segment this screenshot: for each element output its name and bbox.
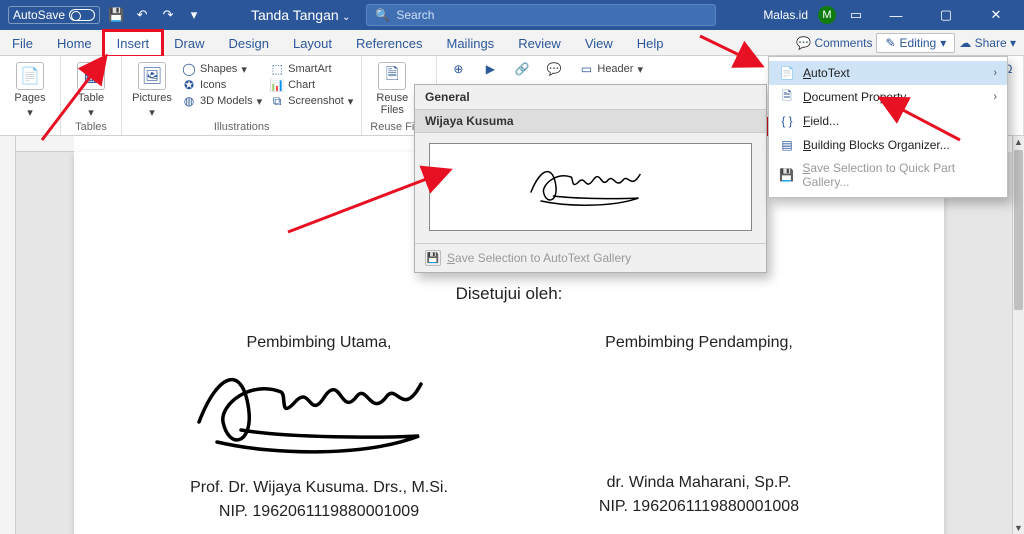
undo-icon[interactable]: ↶: [132, 5, 152, 25]
autotext-category: Wijaya Kusuma: [415, 109, 766, 133]
tab-draw[interactable]: Draw: [162, 32, 216, 55]
autotext-icon: 📄: [779, 65, 795, 81]
minimize-button[interactable]: —: [876, 0, 916, 30]
table-button[interactable]: ▦ Table▾: [69, 62, 113, 119]
maximize-button[interactable]: ▢: [926, 0, 966, 30]
tab-help[interactable]: Help: [625, 32, 676, 55]
tab-mailings[interactable]: Mailings: [435, 32, 507, 55]
ribbon-tabs: File Home Insert Draw Design Layout Refe…: [0, 30, 1024, 56]
pictures-icon: 🖼: [138, 62, 166, 90]
chart-button[interactable]: 📊Chart: [270, 78, 353, 92]
save-gallery-icon: 💾: [425, 250, 441, 266]
smartart-icon: ⬚: [270, 62, 284, 76]
document-property-icon: 🗎: [779, 89, 795, 105]
doc-right-nip: NIP. 1962061119880001008: [534, 498, 864, 516]
tab-design[interactable]: Design: [217, 32, 281, 55]
switch-off-icon: [69, 9, 95, 21]
3dmodels-button[interactable]: ◍3D Models ▾: [182, 94, 262, 108]
account-name[interactable]: Malas.id: [763, 8, 808, 22]
group-illustrations: Illustrations: [130, 121, 353, 135]
document-title: Tanda Tangan: [251, 7, 339, 23]
search-input[interactable]: 🔍 Search: [366, 4, 716, 26]
vertical-ruler[interactable]: [0, 136, 16, 534]
group-tables: Tables: [69, 121, 113, 135]
doc-right-role: Pembimbing Pendamping,: [534, 334, 864, 352]
quickparts-menu: 📄 AAutoTextutoText › 🗎 Document Property…: [768, 56, 1008, 198]
link-icon[interactable]: 🔗: [515, 62, 529, 76]
ribbon-mode-icon[interactable]: ▭: [846, 5, 866, 25]
screenshot-icon: ⧉: [270, 94, 284, 108]
qat-more-icon[interactable]: ▾: [184, 5, 204, 25]
doc-left-nip: NIP. 1962061119880001009: [154, 503, 484, 521]
tab-layout[interactable]: Layout: [281, 32, 344, 55]
pages-button[interactable]: 📄 Pages▾: [8, 62, 52, 119]
menu-building-blocks[interactable]: ▤ Building Blocks Organizer... Building …: [769, 133, 1007, 157]
autotext-general-header: General: [415, 85, 766, 109]
share-button[interactable]: ☁︎ Share ▾: [959, 36, 1016, 50]
scroll-thumb[interactable]: [1014, 150, 1023, 310]
menu-autotext[interactable]: 📄 AAutoTextutoText ›: [769, 61, 1007, 85]
menu-docprop[interactable]: 🗎 Document Property › Document Property: [769, 85, 1007, 109]
autotext-save-selection: 💾 Save Selection to AutoText Gallery Sav…: [415, 243, 766, 272]
shapes-icon: ◯: [182, 62, 196, 76]
tab-insert[interactable]: Insert: [104, 31, 163, 56]
tab-view[interactable]: View: [573, 32, 625, 55]
autosave-toggle[interactable]: AutoSave: [8, 6, 100, 24]
pictures-button[interactable]: 🖼 Pictures▾: [130, 62, 174, 119]
field-icon: { }: [779, 113, 795, 129]
addins-icon[interactable]: ⊕: [451, 62, 465, 76]
tab-file[interactable]: File: [0, 32, 45, 55]
reuse-files-icon: 🗎: [378, 62, 406, 90]
doc-left-name: Prof. Dr. Wijaya Kusuma. Drs., M.Si.: [154, 479, 484, 497]
search-icon: 🔍: [375, 8, 390, 22]
doc-right-name: dr. Winda Maharani, Sp.P.: [534, 474, 864, 492]
titlebar: AutoSave 💾 ↶ ↷ ▾ Tanda Tangan ⌄ 🔍 Search…: [0, 0, 1024, 30]
header-icon: ▭: [579, 62, 593, 76]
cube-icon: ◍: [182, 94, 196, 108]
avatar[interactable]: M: [818, 6, 836, 24]
scroll-up-icon[interactable]: ▲: [1013, 136, 1024, 148]
blocks-icon: ▤: [779, 137, 795, 153]
tab-review[interactable]: Review: [506, 32, 573, 55]
icons-button[interactable]: ✪Icons: [182, 78, 262, 92]
editing-mode-button[interactable]: ✎ Editing ▾: [876, 33, 955, 53]
chevron-down-icon[interactable]: ⌄: [342, 12, 350, 23]
comments-button[interactable]: 💬 Comments: [796, 36, 872, 50]
header-button[interactable]: ▭Header ▾: [579, 62, 643, 76]
signature-image: [189, 352, 449, 472]
online-video-icon[interactable]: ▶: [483, 62, 497, 76]
pages-icon: 📄: [16, 62, 44, 90]
autotext-gallery: General Wijaya Kusuma 💾 Save Selection t…: [414, 84, 767, 273]
signature-preview-icon: [526, 159, 656, 215]
screenshot-button[interactable]: ⧉Screenshot ▾: [270, 94, 353, 108]
save-icon[interactable]: 💾: [106, 5, 126, 25]
redo-icon[interactable]: ↷: [158, 5, 178, 25]
close-button[interactable]: ✕: [976, 0, 1016, 30]
menu-save-quickpart: 💾 Save Selection to Quick Part Gallery..…: [769, 157, 1007, 193]
smartart-button[interactable]: ⬚SmartArt: [270, 62, 353, 76]
shapes-button[interactable]: ◯Shapes ▾: [182, 62, 262, 76]
table-icon: ▦: [77, 62, 105, 90]
vertical-scrollbar[interactable]: ▲ ▼: [1012, 136, 1024, 534]
icons-icon: ✪: [182, 78, 196, 92]
tab-home[interactable]: Home: [45, 32, 104, 55]
chart-icon: 📊: [270, 78, 284, 92]
doc-approved-by: Disetujui oleh:: [74, 284, 944, 304]
save-selection-icon: 💾: [779, 167, 794, 183]
chevron-right-icon: ›: [993, 91, 997, 103]
autotext-entry[interactable]: [429, 143, 752, 231]
scroll-down-icon[interactable]: ▼: [1013, 522, 1024, 534]
tab-references[interactable]: References: [344, 32, 434, 55]
doc-left-role: Pembimbing Utama,: [154, 334, 484, 352]
comment-icon[interactable]: 💬: [547, 62, 561, 76]
menu-field[interactable]: { } Field... Field...: [769, 109, 1007, 133]
reuse-files-button[interactable]: 🗎 Reuse Files: [370, 62, 414, 116]
chevron-right-icon: ›: [993, 67, 997, 79]
